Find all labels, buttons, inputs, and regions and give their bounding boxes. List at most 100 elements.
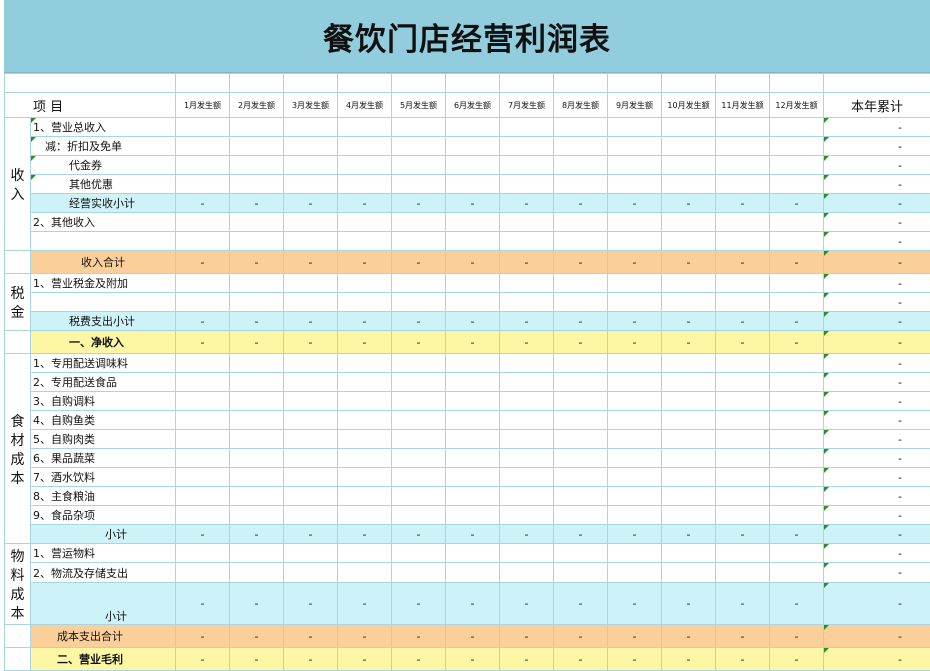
- total-value[interactable]: -: [824, 563, 930, 582]
- month-value[interactable]: [446, 175, 500, 194]
- month-value[interactable]: [716, 544, 770, 563]
- month-value[interactable]: [716, 563, 770, 582]
- month-value[interactable]: [230, 213, 284, 232]
- total-value[interactable]: -: [824, 449, 930, 468]
- month-value[interactable]: [284, 449, 338, 468]
- row-label[interactable]: 二、营业毛利: [31, 648, 176, 671]
- month-value[interactable]: [554, 156, 608, 175]
- month-value[interactable]: -: [338, 251, 392, 274]
- month-value[interactable]: [446, 118, 500, 137]
- month-value[interactable]: [446, 430, 500, 449]
- month-value[interactable]: [608, 175, 662, 194]
- month-value[interactable]: -: [446, 312, 500, 331]
- month-value[interactable]: [500, 487, 554, 506]
- total-value[interactable]: -: [824, 293, 930, 312]
- month-value[interactable]: -: [446, 525, 500, 544]
- month-value[interactable]: -: [770, 312, 824, 331]
- month-value[interactable]: [662, 449, 716, 468]
- month-value[interactable]: -: [284, 525, 338, 544]
- row-label[interactable]: 1、营业总收入: [31, 118, 176, 137]
- month-value[interactable]: -: [554, 312, 608, 331]
- month-value[interactable]: [284, 137, 338, 156]
- month-value[interactable]: [716, 137, 770, 156]
- month-value[interactable]: [662, 175, 716, 194]
- month-value[interactable]: -: [608, 648, 662, 671]
- month-value[interactable]: [230, 373, 284, 392]
- month-value[interactable]: [446, 354, 500, 373]
- month-value[interactable]: -: [716, 251, 770, 274]
- month-value[interactable]: [338, 156, 392, 175]
- month-value[interactable]: -: [662, 194, 716, 213]
- month-value[interactable]: -: [608, 625, 662, 648]
- month-value[interactable]: [554, 449, 608, 468]
- month-value[interactable]: [662, 118, 716, 137]
- header-month[interactable]: 6月发生额: [446, 93, 500, 118]
- month-value[interactable]: -: [446, 331, 500, 354]
- month-value[interactable]: -: [338, 625, 392, 648]
- month-value[interactable]: [716, 487, 770, 506]
- month-value[interactable]: [608, 411, 662, 430]
- month-value[interactable]: [446, 506, 500, 525]
- row-label[interactable]: 税费支出小计: [31, 312, 176, 331]
- month-value[interactable]: [608, 213, 662, 232]
- month-value[interactable]: -: [716, 648, 770, 671]
- month-value[interactable]: -: [176, 625, 230, 648]
- month-value[interactable]: -: [500, 525, 554, 544]
- month-value[interactable]: [284, 274, 338, 293]
- month-value[interactable]: [230, 274, 284, 293]
- month-value[interactable]: [500, 137, 554, 156]
- month-value[interactable]: [500, 175, 554, 194]
- month-value[interactable]: -: [770, 582, 824, 624]
- month-value[interactable]: [554, 354, 608, 373]
- month-value[interactable]: [554, 506, 608, 525]
- cell[interactable]: [716, 74, 770, 93]
- month-value[interactable]: [770, 449, 824, 468]
- month-value[interactable]: [770, 118, 824, 137]
- month-value[interactable]: [230, 175, 284, 194]
- month-value[interactable]: [608, 392, 662, 411]
- total-value[interactable]: -: [824, 582, 930, 624]
- month-value[interactable]: [716, 449, 770, 468]
- month-value[interactable]: [662, 232, 716, 251]
- month-value[interactable]: [662, 430, 716, 449]
- month-value[interactable]: [500, 293, 554, 312]
- month-value[interactable]: [608, 232, 662, 251]
- cell[interactable]: [5, 74, 176, 93]
- month-value[interactable]: [176, 213, 230, 232]
- month-value[interactable]: [608, 487, 662, 506]
- month-value[interactable]: [284, 232, 338, 251]
- month-value[interactable]: [500, 449, 554, 468]
- month-value[interactable]: [662, 213, 716, 232]
- month-value[interactable]: [500, 563, 554, 582]
- row-label[interactable]: 3、自购调料: [31, 392, 176, 411]
- month-value[interactable]: [554, 411, 608, 430]
- month-value[interactable]: [770, 430, 824, 449]
- month-value[interactable]: [716, 232, 770, 251]
- month-value[interactable]: -: [230, 648, 284, 671]
- month-value[interactable]: -: [446, 582, 500, 624]
- total-value[interactable]: -: [824, 411, 930, 430]
- month-value[interactable]: [338, 354, 392, 373]
- month-value[interactable]: -: [392, 625, 446, 648]
- month-value[interactable]: [446, 487, 500, 506]
- cell[interactable]: [284, 74, 338, 93]
- header-month[interactable]: 5月发生额: [392, 93, 446, 118]
- month-value[interactable]: [176, 293, 230, 312]
- month-value[interactable]: [662, 392, 716, 411]
- total-value[interactable]: -: [824, 468, 930, 487]
- month-value[interactable]: [176, 232, 230, 251]
- month-value[interactable]: -: [500, 582, 554, 624]
- row-label[interactable]: 成本支出合计: [31, 625, 176, 648]
- month-value[interactable]: [176, 137, 230, 156]
- month-value[interactable]: -: [176, 582, 230, 624]
- month-value[interactable]: [392, 175, 446, 194]
- row-label[interactable]: 1、营业税金及附加: [31, 274, 176, 293]
- month-value[interactable]: [716, 354, 770, 373]
- month-value[interactable]: [338, 175, 392, 194]
- month-value[interactable]: [446, 156, 500, 175]
- month-value[interactable]: -: [608, 251, 662, 274]
- month-value[interactable]: [716, 392, 770, 411]
- month-value[interactable]: [716, 468, 770, 487]
- month-value[interactable]: [554, 373, 608, 392]
- row-label[interactable]: 9、食品杂项: [31, 506, 176, 525]
